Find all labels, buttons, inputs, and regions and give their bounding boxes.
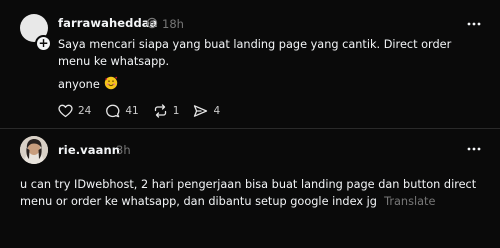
share-count: 4 xyxy=(213,105,221,117)
threads-icon xyxy=(146,17,158,29)
reply-timestamp: 3h xyxy=(116,143,131,157)
reply-text-block: u can try IDwebhost, 2 hari pengerjaan b… xyxy=(20,176,490,210)
avatar-photo xyxy=(20,136,48,164)
repost-icon xyxy=(154,104,166,118)
comment-count: 41 xyxy=(125,105,139,117)
heart-icon xyxy=(58,104,73,118)
share-button[interactable]: 4 xyxy=(193,104,220,118)
repost-button[interactable]: 1 xyxy=(153,104,180,118)
share-icon xyxy=(194,105,208,117)
post-actions: 24 41 1 4 xyxy=(58,103,234,119)
translate-link[interactable]: Translate xyxy=(384,195,435,208)
follow-plus-icon[interactable]: + xyxy=(35,35,52,52)
comment-icon xyxy=(106,104,120,118)
post-text-secondary: anyone xyxy=(58,76,118,93)
like-count: 24 xyxy=(78,105,92,117)
reply-username[interactable]: rie.vaann xyxy=(58,143,120,157)
post-avatar[interactable]: + xyxy=(20,14,52,52)
like-button[interactable]: 24 xyxy=(58,104,91,118)
reply-avatar[interactable] xyxy=(20,136,48,164)
divider xyxy=(0,128,500,129)
repost-count: 1 xyxy=(172,105,180,117)
more-icon[interactable] xyxy=(466,21,482,27)
post-username[interactable]: farrawaheddaa xyxy=(58,16,158,30)
comment-button[interactable]: 41 xyxy=(105,104,139,118)
post-timestamp: 18h xyxy=(162,17,184,31)
more-icon[interactable] xyxy=(466,146,482,152)
smiling-face-with-hearts-icon xyxy=(104,76,117,90)
post-text: Saya mencari siapa yang buat landing pag… xyxy=(58,38,452,68)
post-text-anyone: anyone xyxy=(58,78,100,91)
